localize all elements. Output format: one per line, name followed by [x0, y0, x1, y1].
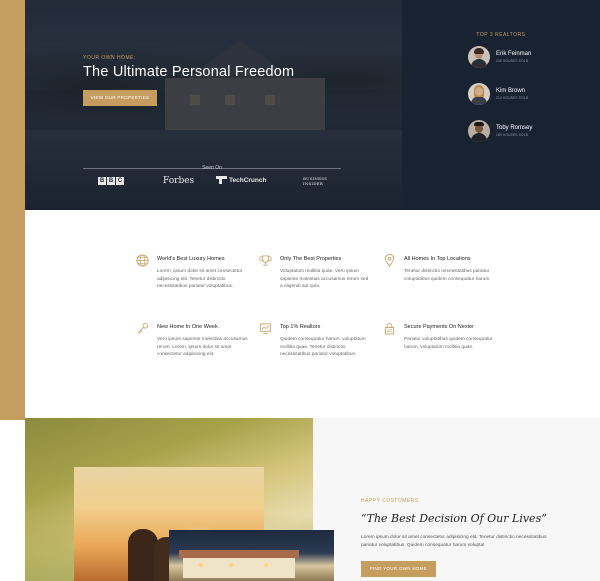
- realtor-card[interactable]: Kim Brown 214 HOUSES SOLD: [468, 83, 588, 107]
- feature-text: Tenetur distinctio necessitatibus pariat…: [404, 269, 491, 282]
- testimonial-text: Lorem ipsum dolor sit amet consectetur a…: [361, 535, 547, 548]
- find-home-button[interactable]: FIND YOUR OWN HOME: [361, 561, 436, 577]
- key-icon: [137, 322, 149, 334]
- feature-text: Pariatur voluptatibus quidem consequatur…: [404, 337, 493, 350]
- avatar: [468, 120, 490, 142]
- realtor-houses-sold: 214 HOUSES SOLD: [496, 96, 529, 100]
- realtor-name: Toby Romsey: [496, 125, 533, 131]
- seen-on-label: Seen On: [202, 165, 222, 171]
- globe-icon: [136, 254, 149, 267]
- realtor-card[interactable]: Toby Romsey 189 HOUSES SOLD: [468, 120, 588, 144]
- page: YOUR OWN HOME: The Ultimate Personal Fre…: [0, 0, 600, 581]
- trophy-icon: [259, 255, 272, 266]
- hero-section: YOUR OWN HOME: The Ultimate Personal Fre…: [25, 0, 402, 210]
- bbc-logo: B B C: [98, 177, 124, 185]
- avatar: [468, 46, 490, 68]
- business-insider-logo: BUSINESS INSIDER: [303, 176, 327, 186]
- techcrunch-mark-icon: [216, 176, 227, 184]
- feature-title: All Homes In Top Locations: [404, 256, 471, 262]
- testimonial-kicker: HAPPY CUSTOMERS: [361, 498, 419, 504]
- forbes-logo: Forbes: [163, 176, 195, 186]
- villa-light: [229, 563, 233, 567]
- avatar-body: [471, 96, 487, 105]
- map-pin-icon: [384, 254, 395, 267]
- avatar-hair: [474, 122, 484, 126]
- lock-icon: [384, 322, 395, 335]
- villa-light: [264, 563, 268, 567]
- business-insider-line2: INSIDER: [303, 181, 323, 186]
- feature-text: Vero ipsum sapiente molestias accusamus …: [157, 337, 248, 357]
- feature-title: New Home In One Week: [157, 324, 218, 330]
- bbc-logo-letter: B: [107, 177, 115, 185]
- realtor-name: Kim Brown: [496, 88, 526, 94]
- feature-text: Voluptatum mollitia quae. Vero ipsum sap…: [280, 269, 369, 289]
- feature-title: Secure Payments On Nexter: [404, 324, 475, 330]
- villa-roof: [179, 550, 299, 558]
- hero-overlay: [25, 0, 402, 210]
- villa-wall: [183, 558, 295, 578]
- view-properties-button[interactable]: VIEW OUR PROPERTIES: [83, 90, 157, 106]
- avatar-body: [471, 59, 487, 68]
- feature-text: Quidem consequatur harum, voluptatum mol…: [280, 337, 366, 357]
- feature-title: World's Best Luxury Homes: [157, 256, 225, 262]
- avatar-head: [475, 87, 483, 96]
- feature-title: Only The Best Properties: [280, 256, 342, 262]
- testimonial-section: HAPPY CUSTOMERS “The Best Decision Of Ou…: [25, 418, 600, 581]
- villa-photo: [169, 530, 334, 581]
- realtor-name: Erik Feinman: [496, 51, 532, 57]
- bbc-logo-letter: C: [116, 177, 124, 185]
- hero-title: The Ultimate Personal Freedom: [83, 64, 295, 80]
- chart-icon: [259, 323, 272, 335]
- techcrunch-logo: TechCrunch: [216, 176, 266, 184]
- features-section: World's Best Luxury Homes Lorem, ipsum d…: [25, 210, 600, 418]
- gold-side-strip: [0, 0, 25, 420]
- avatar-hair: [474, 48, 484, 54]
- realtor-card[interactable]: Erik Feinman 240 HOUSES SOLD: [468, 46, 588, 70]
- realtor-houses-sold: 189 HOUSES SOLD: [496, 133, 529, 137]
- top-realtors-panel: TOP 3 REALTORS Erik Feinman 240 HOUSES S…: [402, 0, 600, 210]
- villa-light: [199, 563, 203, 567]
- avatar: [468, 83, 490, 105]
- bbc-logo-letter: B: [98, 177, 106, 185]
- hero-kicker: YOUR OWN HOME:: [83, 55, 136, 61]
- realtors-title: TOP 3 REALTORS: [476, 32, 526, 38]
- feature-title: Top 1% Realtors: [280, 324, 321, 330]
- realtor-houses-sold: 240 HOUSES SOLD: [496, 59, 529, 63]
- feature-text: Lorem, ipsum dolor sit amet consectetur …: [157, 269, 243, 289]
- testimonial-quote: “The Best Decision Of Our Lives”: [361, 512, 547, 525]
- avatar-body: [471, 133, 487, 142]
- techcrunch-logo-text: TechCrunch: [229, 176, 267, 184]
